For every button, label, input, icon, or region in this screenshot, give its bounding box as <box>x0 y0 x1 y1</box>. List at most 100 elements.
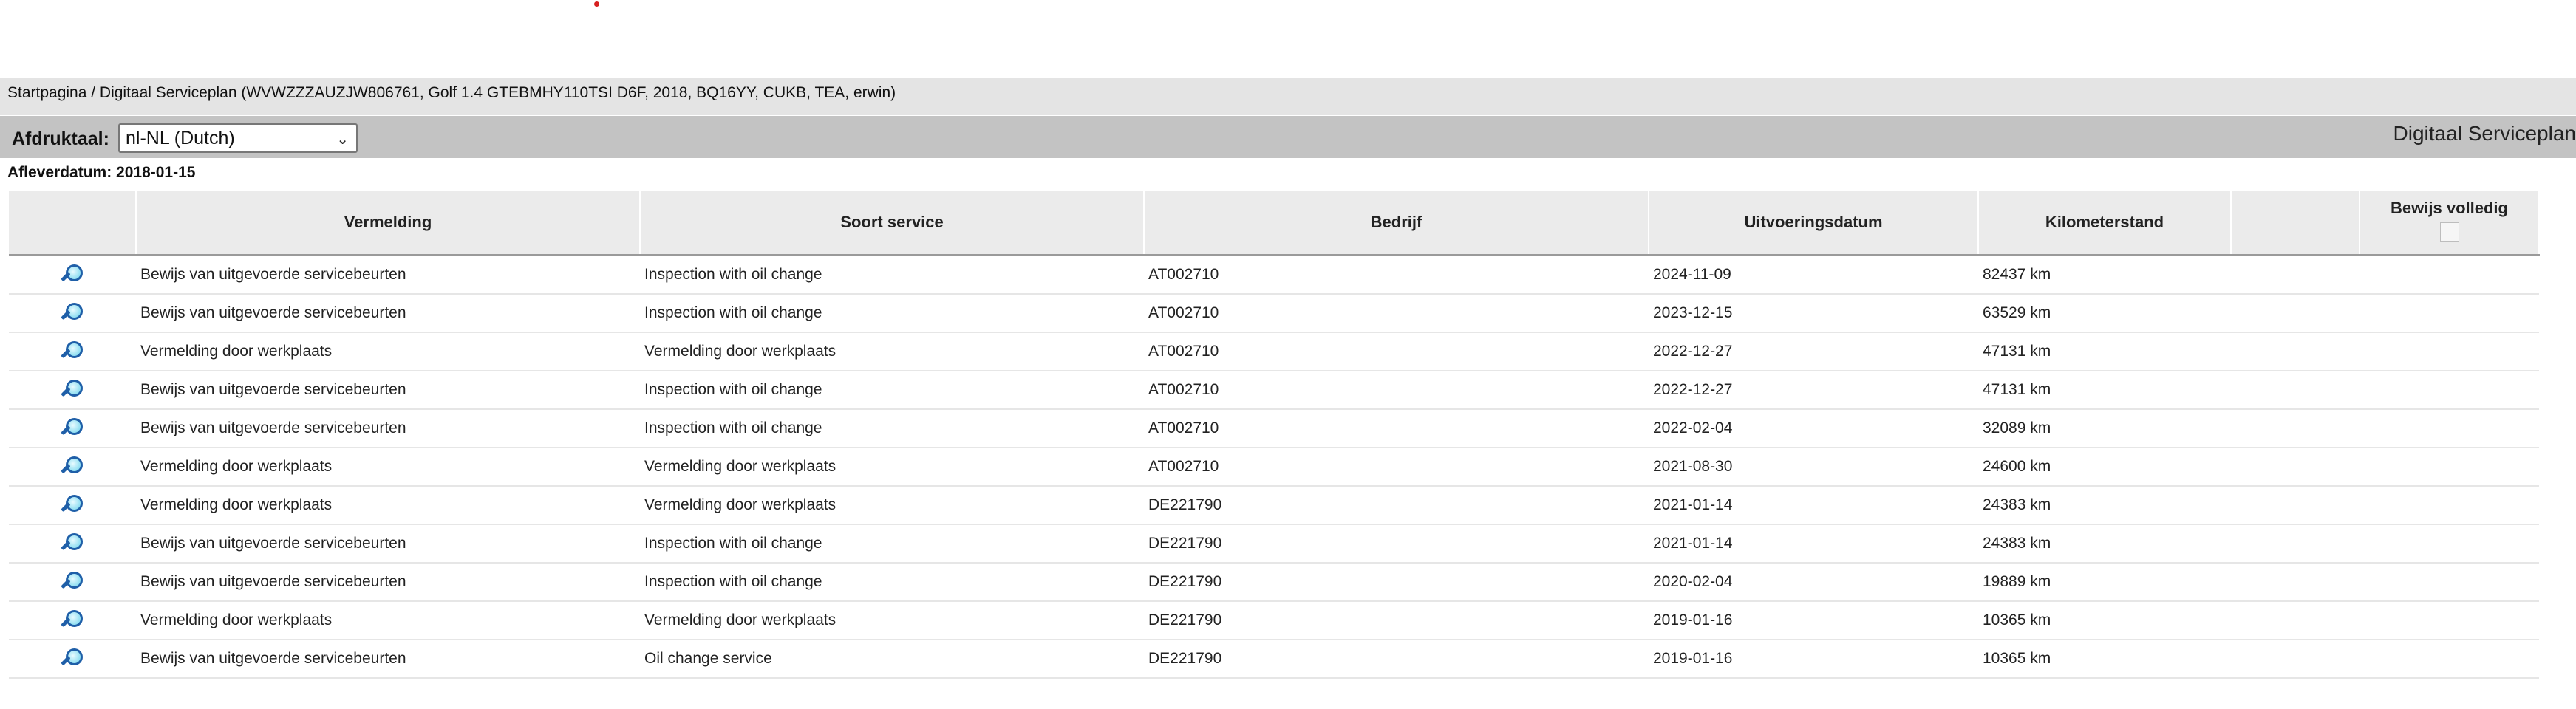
breadcrumb-text: Startpagina / Digitaal Serviceplan (WVWZ… <box>7 84 896 101</box>
magnifier-icon[interactable] <box>60 301 85 326</box>
cell-kilometerstand: 19889 km <box>1978 562 2231 602</box>
table-row[interactable]: Bewijs van uitgevoerde servicebeurten Ins… <box>9 562 2539 602</box>
table-row[interactable]: Bewijs van uitgevoerde servicebeurten Ins… <box>9 293 2539 333</box>
language-selected-value: nl-NL (Dutch) <box>126 128 235 148</box>
header-soort-service: Soort service <box>640 191 1145 256</box>
table-row[interactable]: Bewijs van uitgevoerde servicebeurten Ins… <box>9 524 2539 564</box>
magnifier-icon[interactable] <box>60 416 85 441</box>
view-cell <box>9 600 136 640</box>
view-cell <box>9 408 136 448</box>
cell-bedrijf: AT002710 <box>1144 370 1649 410</box>
cell-empty <box>2231 408 2359 448</box>
cell-kilometerstand: 10365 km <box>1978 600 2231 640</box>
table-row[interactable]: Vermelding door werkplaats Vermelding doo… <box>9 447 2539 487</box>
cell-uitvoeringsdatum: 2024-11-09 <box>1649 255 1978 295</box>
cell-bedrijf: AT002710 <box>1144 447 1649 487</box>
cell-empty <box>2231 370 2359 410</box>
page-brand-title: Digitaal Serviceplan <box>2393 122 2576 145</box>
cell-bewijs-volledig <box>2359 370 2539 410</box>
cell-uitvoeringsdatum: 2021-01-14 <box>1649 524 1978 564</box>
cell-vermelding: Bewijs van uitgevoerde servicebeurten <box>136 370 640 410</box>
table-row[interactable]: Bewijs van uitgevoerde servicebeurten Ins… <box>9 255 2539 295</box>
table-row[interactable]: Bewijs van uitgevoerde servicebeurten Ins… <box>9 370 2539 410</box>
header-empty-col <box>2231 191 2360 256</box>
cell-empty <box>2231 293 2359 333</box>
cell-soort-service: Vermelding door werkplaats <box>640 332 1144 371</box>
magnifier-icon[interactable] <box>60 454 85 479</box>
cell-vermelding: Bewijs van uitgevoerde servicebeurten <box>136 639 640 679</box>
table-row[interactable]: Vermelding door werkplaats Vermelding doo… <box>9 600 2539 640</box>
table-row[interactable]: Vermelding door werkplaats Vermelding doo… <box>9 485 2539 525</box>
magnifier-icon[interactable] <box>60 608 85 633</box>
header-kilometerstand: Kilometerstand <box>1978 191 2232 256</box>
cell-bedrijf: DE221790 <box>1144 524 1649 564</box>
header-vermelding: Vermelding <box>136 191 641 256</box>
magnifier-icon[interactable] <box>60 339 85 364</box>
magnifier-icon[interactable] <box>60 569 85 595</box>
cell-soort-service: Inspection with oil change <box>640 562 1144 602</box>
cell-soort-service: Vermelding door werkplaats <box>640 447 1144 487</box>
select-all-checkbox[interactable] <box>2439 222 2459 242</box>
magnifier-icon[interactable] <box>60 493 85 518</box>
cell-bedrijf: AT002710 <box>1144 293 1649 333</box>
header-bewijs-volledig-label: Bewijs volledig <box>2391 199 2508 217</box>
cell-vermelding: Vermelding door werkplaats <box>136 485 640 525</box>
cell-kilometerstand: 32089 km <box>1978 408 2231 448</box>
view-cell <box>9 293 136 333</box>
cell-empty <box>2231 524 2359 564</box>
cell-bewijs-volledig <box>2359 293 2539 333</box>
magnifier-icon[interactable] <box>60 377 85 403</box>
cell-bewijs-volledig <box>2359 639 2539 679</box>
table-body: Bewijs van uitgevoerde servicebeurten Ins… <box>9 255 2539 679</box>
language-select[interactable]: nl-NL (Dutch) ⌄ <box>118 123 358 153</box>
magnifier-icon[interactable] <box>60 262 85 287</box>
cell-kilometerstand: 82437 km <box>1978 255 2231 295</box>
view-cell <box>9 370 136 410</box>
cell-empty <box>2231 562 2359 602</box>
cell-bewijs-volledig <box>2359 447 2539 487</box>
cell-bewijs-volledig <box>2359 408 2539 448</box>
cell-uitvoeringsdatum: 2019-01-16 <box>1649 600 1978 640</box>
cell-empty <box>2231 600 2359 640</box>
cell-bedrijf: AT002710 <box>1144 332 1649 371</box>
view-cell <box>9 485 136 525</box>
service-table: Vermelding Soort service Bedrijf Uitvoer… <box>9 191 2540 679</box>
cell-bewijs-volledig <box>2359 255 2539 295</box>
cell-uitvoeringsdatum: 2022-12-27 <box>1649 370 1978 410</box>
view-cell <box>9 447 136 487</box>
red-marker-dot <box>594 1 599 7</box>
cell-kilometerstand: 24383 km <box>1978 485 2231 525</box>
cell-soort-service: Inspection with oil change <box>640 408 1144 448</box>
cell-vermelding: Bewijs van uitgevoerde servicebeurten <box>136 524 640 564</box>
magnifier-icon[interactable] <box>60 646 85 671</box>
cell-kilometerstand: 10365 km <box>1978 639 2231 679</box>
cell-uitvoeringsdatum: 2019-01-16 <box>1649 639 1978 679</box>
cell-vermelding: Vermelding door werkplaats <box>136 600 640 640</box>
cell-uitvoeringsdatum: 2022-02-04 <box>1649 408 1978 448</box>
magnifier-icon[interactable] <box>60 531 85 556</box>
cell-kilometerstand: 63529 km <box>1978 293 2231 333</box>
header-bedrijf: Bedrijf <box>1144 191 1649 256</box>
cell-vermelding: Bewijs van uitgevoerde servicebeurten <box>136 408 640 448</box>
cell-soort-service: Vermelding door werkplaats <box>640 485 1144 525</box>
chevron-down-icon: ⌄ <box>336 131 349 148</box>
table-row[interactable]: Bewijs van uitgevoerde servicebeurten Ins… <box>9 408 2539 448</box>
view-cell <box>9 332 136 371</box>
cell-empty <box>2231 255 2359 295</box>
cell-bewijs-volledig <box>2359 600 2539 640</box>
cell-kilometerstand: 47131 km <box>1978 370 2231 410</box>
cell-vermelding: Vermelding door werkplaats <box>136 332 640 371</box>
table-row[interactable]: Vermelding door werkplaats Vermelding doo… <box>9 332 2539 371</box>
table-row[interactable]: Bewijs van uitgevoerde servicebeurten Oil… <box>9 639 2539 679</box>
cell-soort-service: Vermelding door werkplaats <box>640 600 1144 640</box>
header-icon-col <box>9 191 137 256</box>
cell-empty <box>2231 332 2359 371</box>
cell-bedrijf: AT002710 <box>1144 408 1649 448</box>
cell-bewijs-volledig <box>2359 332 2539 371</box>
view-cell <box>9 639 136 679</box>
breadcrumb: Startpagina / Digitaal Serviceplan (WVWZ… <box>0 78 2576 115</box>
delivery-date: Afleverdatum: 2018-01-15 <box>7 164 196 181</box>
language-toolbar: Afdruktaal: nl-NL (Dutch) ⌄ Digitaal Ser… <box>0 116 2576 158</box>
cell-bedrijf: DE221790 <box>1144 600 1649 640</box>
cell-uitvoeringsdatum: 2020-02-04 <box>1649 562 1978 602</box>
